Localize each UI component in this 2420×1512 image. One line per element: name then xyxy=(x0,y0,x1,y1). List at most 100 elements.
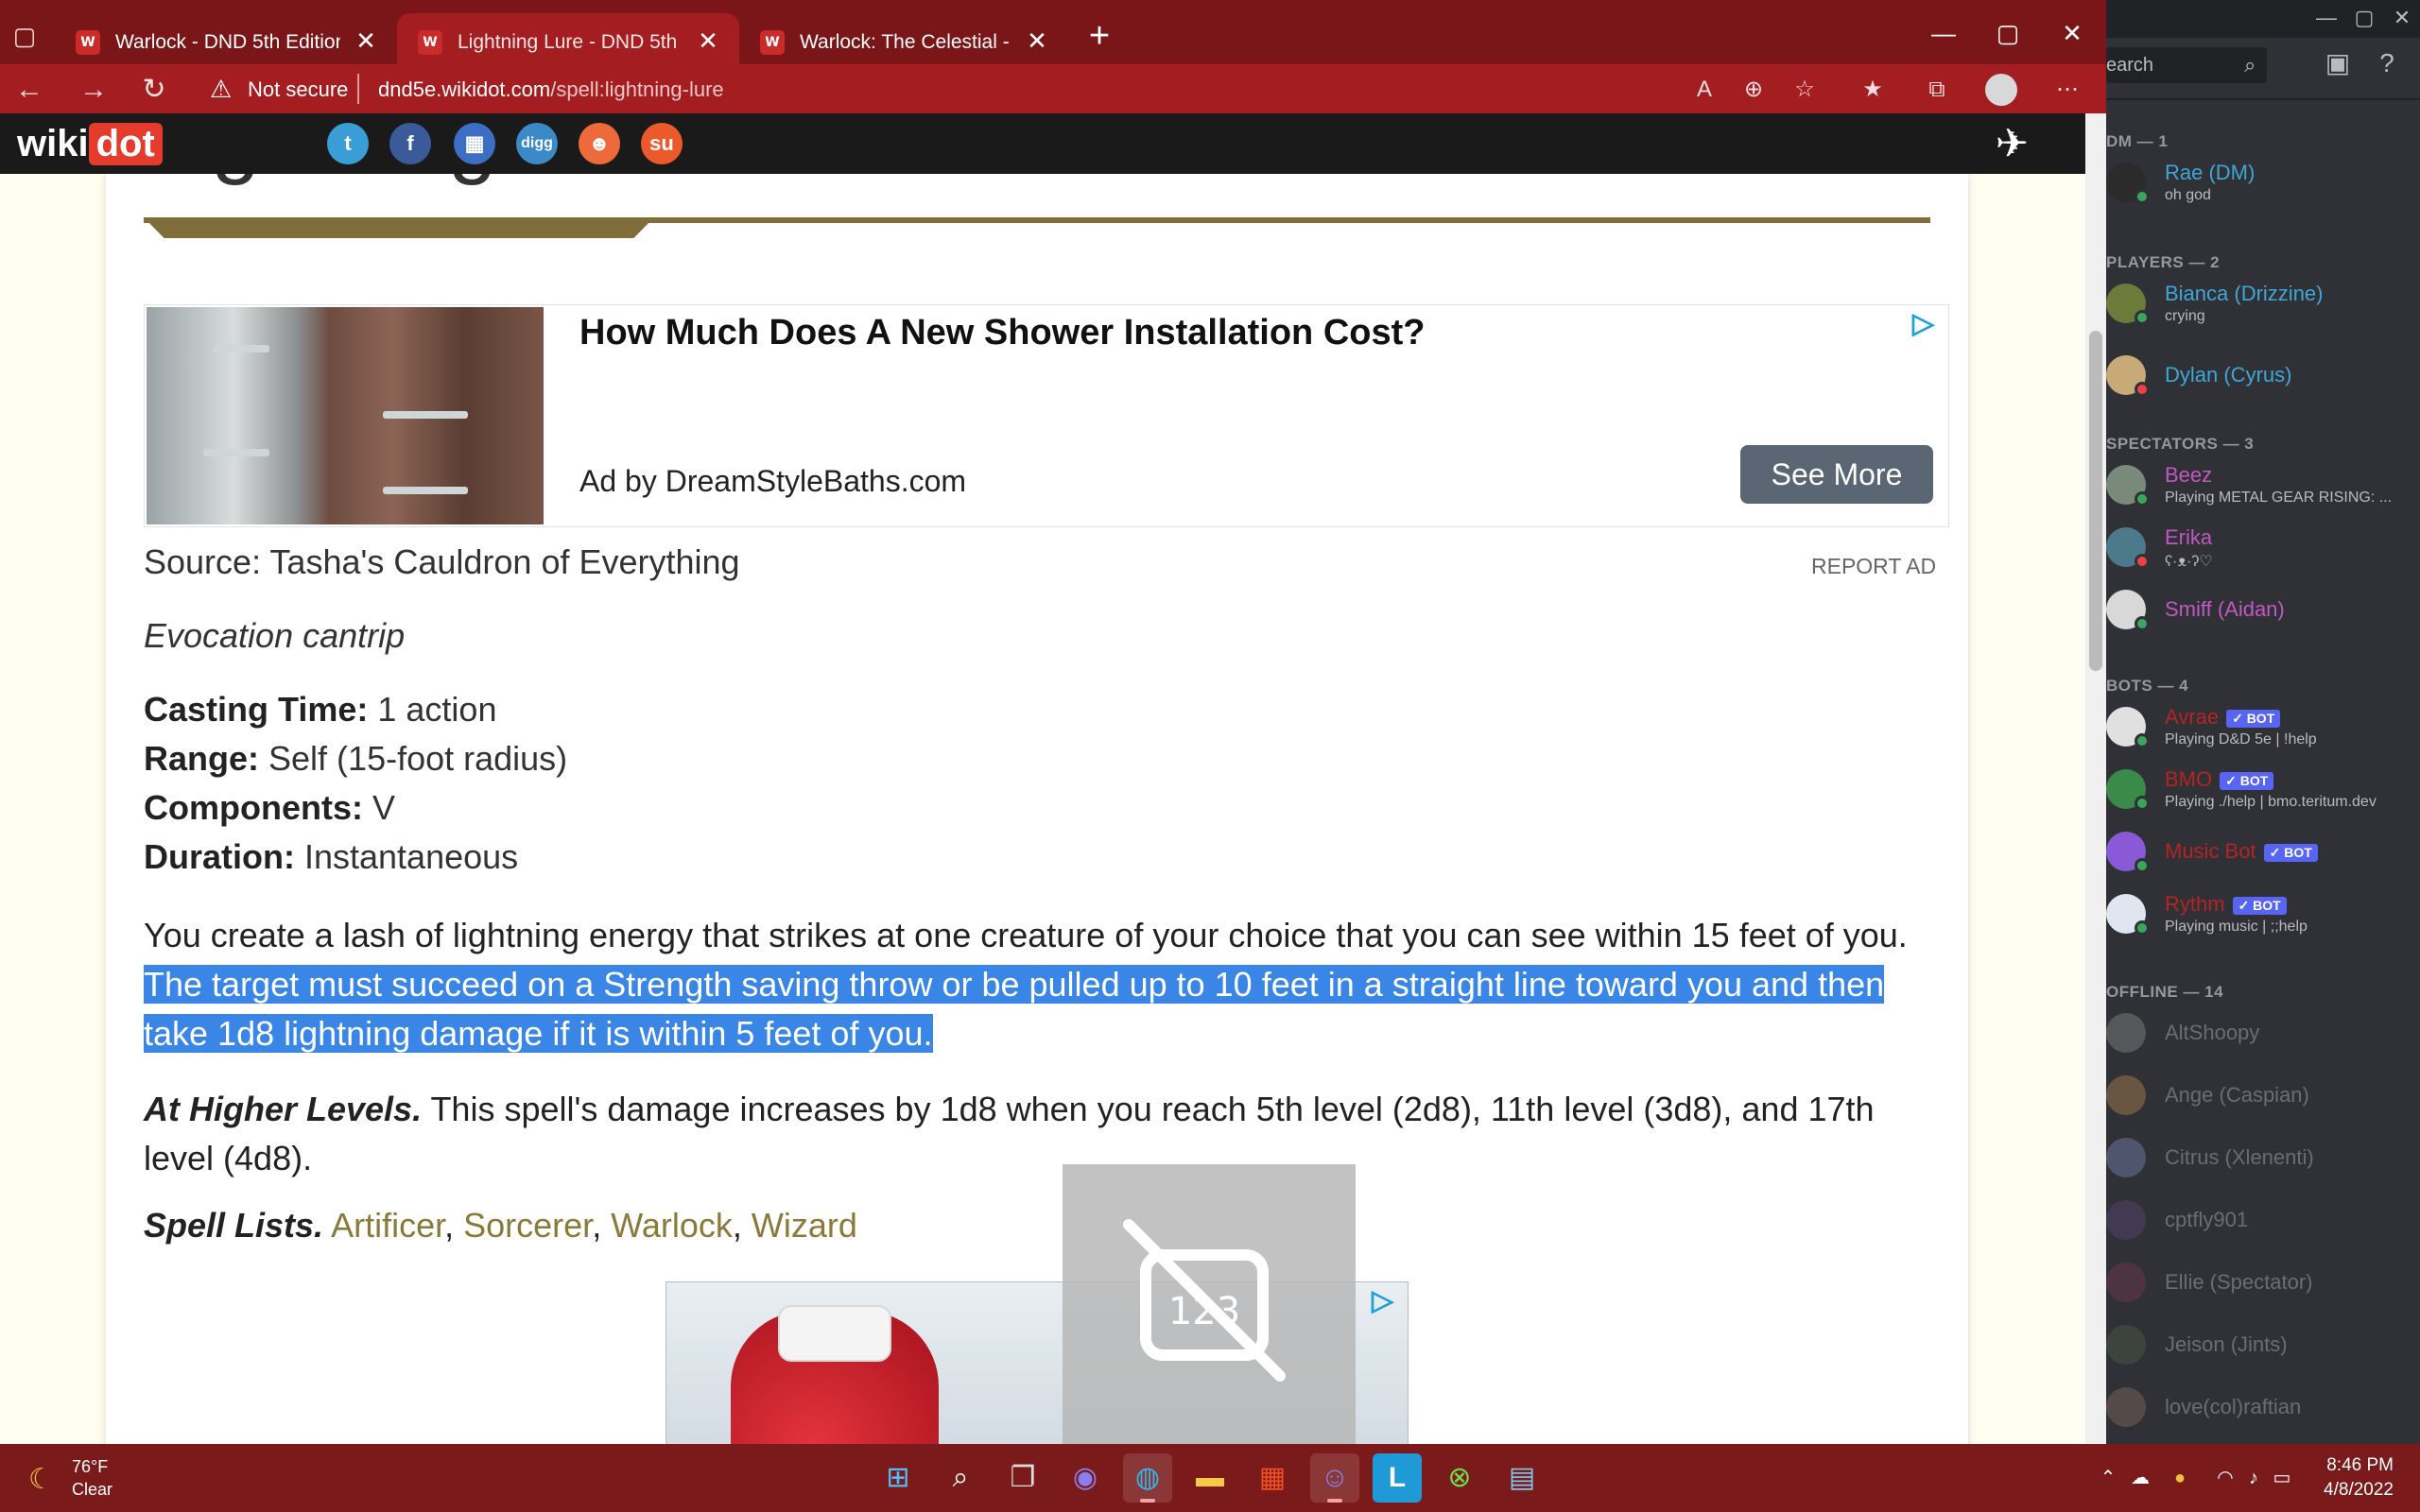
collections-icon[interactable]: ⧉ xyxy=(1923,76,1951,104)
member-item[interactable]: Jeison (Jints) xyxy=(2106,1319,2420,1376)
scroll-thumb[interactable] xyxy=(2089,331,2102,671)
maximize-button[interactable]: ▢ xyxy=(2350,4,2378,32)
profile-avatar[interactable] xyxy=(1985,74,2017,106)
tab-actions-icon[interactable]: ▢ xyxy=(9,21,40,51)
file-explorer-icon[interactable]: ▬ xyxy=(1185,1453,1235,1503)
advertisement[interactable]: How Much Does A New Shower Installation … xyxy=(144,304,1949,527)
prop-value: V xyxy=(362,788,395,827)
notepad-icon[interactable]: ▤ xyxy=(1497,1453,1547,1503)
wikidot-logo[interactable]: wiki dot xyxy=(17,123,163,166)
member-item[interactable]: Music Bot ✓ BOT xyxy=(2106,826,2420,883)
microphone-icon[interactable]: ● xyxy=(2167,1465,2193,1491)
clock-time[interactable]: 8:46 PM xyxy=(2308,1455,2394,1476)
member-item[interactable]: BMO ✓ BOT Playing ./help | bmo.teritum.dev xyxy=(2106,764,2420,820)
member-item[interactable]: AltShoopy xyxy=(2106,1007,2420,1064)
stumbleupon-icon[interactable]: su xyxy=(641,123,683,164)
prop-label: Range: xyxy=(144,739,260,778)
spell-list-link[interactable]: Sorcerer xyxy=(463,1206,592,1245)
see-more-button[interactable]: See More xyxy=(1740,445,1933,504)
clock-date[interactable]: 4/8/2022 xyxy=(2308,1480,2394,1501)
member-name: Dylan (Cyrus) xyxy=(2165,363,2291,387)
chevron-up-icon[interactable]: ⌃ xyxy=(2095,1465,2121,1491)
member-item[interactable]: Bianca (Drizzine) crying xyxy=(2106,278,2420,335)
member-item[interactable]: Citrus (Xlenenti) xyxy=(2106,1132,2420,1189)
close-window-button[interactable]: ✕ xyxy=(2053,19,2091,47)
close-window-button[interactable]: ✕ xyxy=(2388,4,2416,32)
ad-title[interactable]: How Much Does A New Shower Installation … xyxy=(579,313,1425,353)
member-item[interactable]: Erika ʕ·ᴥ·ʔ♡ xyxy=(2106,522,2420,578)
forward-icon[interactable]: → xyxy=(78,74,110,106)
onedrive-icon[interactable]: ☁ xyxy=(2127,1465,2153,1491)
spell-list-link[interactable]: Artificer xyxy=(331,1206,444,1245)
minimize-button[interactable]: — xyxy=(1925,19,1962,47)
url-field[interactable]: dnd5e.wikidot.com/spell:lightning-lure xyxy=(378,77,724,102)
adchoices-icon[interactable]: ▷ xyxy=(1912,307,1934,340)
new-tab-button[interactable]: + xyxy=(1082,18,1116,54)
maximize-button[interactable]: ▢ xyxy=(1989,19,2027,47)
add-favorite-icon[interactable]: ☆ xyxy=(1790,76,1819,104)
member-item[interactable]: Dylan (Cyrus) xyxy=(2106,350,2420,406)
status-indicator xyxy=(2135,189,2150,204)
airplane-icon[interactable]: ✈ xyxy=(1996,123,2029,164)
adchoices-icon[interactable]: ▷ xyxy=(1372,1284,1393,1317)
member-group-header: OFFLINE — 14 xyxy=(2106,983,2224,1001)
member-name-text: Rythm xyxy=(2165,892,2225,916)
start-icon[interactable]: ⊞ xyxy=(873,1453,923,1503)
discord-search[interactable]: earch ⌕ xyxy=(2106,47,2267,83)
member-item[interactable]: cptfly901 xyxy=(2106,1194,2420,1251)
status-indicator xyxy=(2135,382,2150,397)
screen-capture-overlay[interactable]: 123 xyxy=(1063,1164,1356,1444)
minimize-button[interactable]: — xyxy=(2312,4,2341,32)
close-tab-icon[interactable]: ✕ xyxy=(352,26,380,55)
xbox-icon[interactable]: ⊗ xyxy=(1435,1453,1484,1503)
status-indicator xyxy=(2135,796,2150,811)
close-tab-icon[interactable]: ✕ xyxy=(694,26,722,55)
back-icon[interactable]: ← xyxy=(13,74,45,106)
volume-icon[interactable]: ♪ xyxy=(2240,1465,2267,1491)
edge-icon[interactable]: ◍ xyxy=(1123,1453,1172,1503)
teams-chat-icon[interactable]: ◉ xyxy=(1061,1453,1110,1503)
help-icon[interactable]: ? xyxy=(2371,47,2403,79)
discord-icon[interactable]: ☺ xyxy=(1310,1453,1359,1503)
member-item[interactable]: Rae (DM) oh god xyxy=(2106,157,2420,214)
battery-icon[interactable]: ▭ xyxy=(2269,1465,2295,1491)
member-name-text: Smiff (Aidan) xyxy=(2165,597,2285,621)
digg-icon[interactable]: digg xyxy=(516,123,558,164)
member-item[interactable]: Smiff (Aidan) xyxy=(2106,584,2420,641)
warning-icon[interactable]: ⚠ xyxy=(210,76,236,102)
twitter-icon[interactable]: t xyxy=(327,123,369,164)
search-icon[interactable]: ⌕ xyxy=(936,1453,985,1503)
store-icon[interactable]: ▦ xyxy=(1248,1453,1297,1503)
member-item[interactable]: Ellie (Spectator) xyxy=(2106,1257,2420,1314)
zoom-icon[interactable]: ⊕ xyxy=(1739,76,1768,104)
member-item[interactable]: Rythm ✓ BOT Playing music | ;;help xyxy=(2106,888,2420,945)
prop-label: Casting Time: xyxy=(144,690,369,729)
inbox-icon[interactable]: ▣ xyxy=(2322,47,2354,79)
refresh-icon[interactable]: ↻ xyxy=(138,74,170,106)
reddit-icon[interactable]: ☻ xyxy=(579,123,620,164)
page-scrollbar[interactable] xyxy=(2085,113,2106,1444)
launcher-l-icon[interactable]: L xyxy=(1373,1453,1422,1503)
report-ad-link[interactable]: REPORT AD xyxy=(1811,554,1936,579)
member-item[interactable]: Avrae ✓ BOT Playing D&D 5e | !help xyxy=(2106,701,2420,758)
higher-levels: At Higher Levels. This spell's damage in… xyxy=(144,1085,1940,1183)
member-group-header: PLAYERS — 2 xyxy=(2106,253,2221,271)
member-item[interactable]: Beez Playing METAL GEAR RISING: ... xyxy=(2106,459,2420,516)
member-item[interactable]: love(col)raftian xyxy=(2106,1382,2420,1438)
read-aloud-icon[interactable]: A xyxy=(1690,76,1719,104)
task-view-icon[interactable]: ❐ xyxy=(998,1453,1047,1503)
spell-list-link[interactable]: Warlock xyxy=(611,1206,733,1245)
spell-list-link[interactable]: Wizard xyxy=(752,1206,857,1245)
prop-value: 1 action xyxy=(368,690,497,729)
close-tab-icon[interactable]: ✕ xyxy=(1023,26,1051,55)
selected-text[interactable]: The target must succeed on a Strength sa… xyxy=(144,965,1885,1053)
member-item[interactable]: Ange (Caspian) xyxy=(2106,1070,2420,1126)
wifi-icon[interactable]: ◠ xyxy=(2212,1465,2238,1491)
delicious-icon[interactable]: ▦ xyxy=(454,123,495,164)
security-label[interactable]: Not secure xyxy=(248,77,348,102)
wikidot-favicon-icon: W xyxy=(76,30,100,55)
ad-image[interactable] xyxy=(147,307,544,524)
facebook-icon[interactable]: f xyxy=(389,123,431,164)
more-menu-icon[interactable]: ⋯ xyxy=(2053,76,2082,104)
favorites-icon[interactable]: ★ xyxy=(1858,76,1887,104)
